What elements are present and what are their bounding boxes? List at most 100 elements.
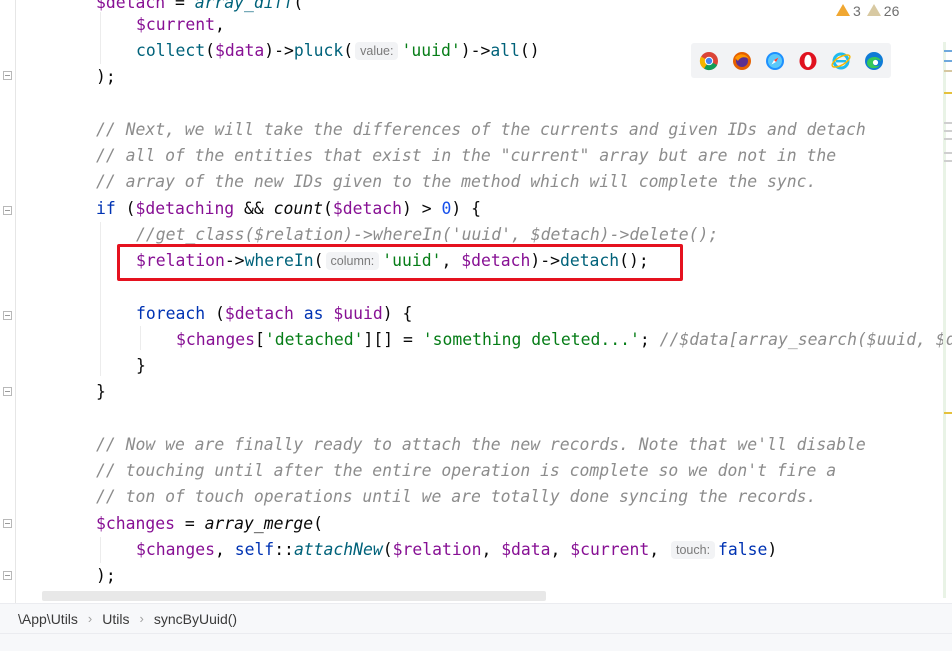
code-editor[interactable]: $detach = array_diff( $current, collect(… xyxy=(0,0,952,603)
fold-icon[interactable] xyxy=(3,387,12,396)
weak-warning-icon xyxy=(866,4,881,16)
code-token: () xyxy=(519,41,540,60)
warnings-count[interactable]: 3 xyxy=(836,3,861,19)
code-line: } xyxy=(136,353,146,379)
stripe-mark[interactable] xyxy=(944,60,952,62)
firefox-icon[interactable] xyxy=(732,51,752,71)
code-token: ) xyxy=(767,540,778,559)
chrome-icon[interactable] xyxy=(699,51,719,71)
fold-icon[interactable] xyxy=(3,571,12,580)
ie-icon[interactable] xyxy=(831,51,851,71)
code-token: 0 xyxy=(441,199,452,218)
stripe-mark[interactable] xyxy=(944,160,952,162)
code-line: $changes = array_merge( xyxy=(96,511,323,537)
code-token: $relation xyxy=(392,540,482,559)
chevron-right-icon: › xyxy=(87,611,93,626)
code-token: array_merge xyxy=(204,514,314,533)
code-token: $changes xyxy=(176,330,255,349)
code-token: foreach xyxy=(136,304,206,323)
code-token: , xyxy=(214,15,225,34)
fold-icon[interactable] xyxy=(3,71,12,80)
code-token: )-> xyxy=(264,41,294,60)
code-token: , xyxy=(550,540,571,559)
inspections-widget[interactable]: 3 26 xyxy=(828,0,908,22)
stripe-mark[interactable] xyxy=(944,152,952,154)
code-token: //$data[array_search($uuid, $d xyxy=(659,330,952,349)
weak-warnings-count[interactable]: 26 xyxy=(866,3,900,19)
breadcrumb-class[interactable]: Utils xyxy=(102,611,129,627)
code-token: $current xyxy=(570,540,650,559)
code-token: as xyxy=(293,304,334,323)
code-token: $detach xyxy=(332,199,402,218)
code-token: $detach xyxy=(224,304,294,323)
stripe-mark[interactable] xyxy=(944,130,952,132)
code-token: :: xyxy=(274,540,294,559)
code-comment: // array of the new IDs given to the met… xyxy=(96,172,817,191)
stripe-mark[interactable] xyxy=(944,412,952,414)
browser-preview-toolbar xyxy=(691,43,891,78)
code-token: } xyxy=(96,382,106,401)
code-token: [ xyxy=(254,330,265,349)
code-line: ); xyxy=(96,64,116,90)
code-token: ( xyxy=(205,304,225,323)
stripe-mark[interactable] xyxy=(944,122,952,124)
editor-gutter xyxy=(0,0,16,603)
opera-icon[interactable] xyxy=(798,51,818,71)
fold-icon[interactable] xyxy=(3,311,12,320)
code-comment: // Now we are finally ready to attach th… xyxy=(96,435,866,454)
code-token: $changes xyxy=(96,514,175,533)
code-token: $data xyxy=(214,41,265,60)
status-bar xyxy=(0,633,952,651)
stripe-mark[interactable] xyxy=(944,138,952,140)
highlight-box xyxy=(117,244,683,281)
weak-warnings-count-value: 26 xyxy=(883,3,900,19)
code-token: ( xyxy=(343,41,354,60)
code-token: ); xyxy=(96,67,116,86)
fold-icon[interactable] xyxy=(3,519,12,528)
stripe-mark[interactable] xyxy=(944,50,952,52)
breadcrumb-method[interactable]: syncByUuid() xyxy=(154,611,237,627)
code-token: ) { xyxy=(382,304,413,323)
code-comment: // touching until after the entire opera… xyxy=(96,461,837,480)
change-marker xyxy=(943,42,946,598)
parameter-hint: touch: xyxy=(670,541,716,559)
code-token: attachNew xyxy=(293,540,383,559)
code-line: collect($data)->pluck(value:'uuid')->all… xyxy=(136,38,540,64)
warning-icon xyxy=(836,4,850,16)
error-stripe[interactable] xyxy=(938,22,952,603)
horizontal-scrollbar[interactable] xyxy=(42,591,546,601)
code-token: ) > xyxy=(401,199,442,218)
code-token: } xyxy=(136,356,146,375)
code-token: 'uuid' xyxy=(401,41,461,60)
code-token: self xyxy=(234,540,275,559)
indent-guide xyxy=(100,537,101,563)
indent-guide xyxy=(140,326,141,350)
safari-icon[interactable] xyxy=(765,51,785,71)
code-line: } xyxy=(96,379,106,405)
code-token: $detaching xyxy=(135,199,235,218)
stripe-mark[interactable] xyxy=(944,92,952,94)
code-token: all xyxy=(490,41,520,60)
code-token: ( xyxy=(382,540,393,559)
code-line: ); xyxy=(96,563,116,589)
code-line: $changes['detached'][] = 'something dele… xyxy=(176,327,952,353)
code-token: $changes xyxy=(136,540,215,559)
code-token: ; xyxy=(639,330,660,349)
code-token: ][] = xyxy=(363,330,423,349)
breadcrumb: \App\Utils › Utils › syncByUuid() xyxy=(0,603,952,633)
code-token: ( xyxy=(313,514,323,533)
code-token: $uuid xyxy=(333,304,383,323)
code-token: $data xyxy=(501,540,551,559)
stripe-mark[interactable] xyxy=(944,70,952,72)
code-token: collect xyxy=(136,41,206,60)
indent-guide xyxy=(100,12,101,64)
breadcrumb-namespace[interactable]: \App\Utils xyxy=(18,611,78,627)
code-token: if xyxy=(96,199,116,218)
code-line: $current, xyxy=(136,12,225,38)
fold-icon[interactable] xyxy=(3,206,12,215)
code-comment: // all of the entities that exist in the… xyxy=(96,146,837,165)
parameter-hint: value: xyxy=(355,42,399,60)
code-line: $changes, self::attachNew($relation, $da… xyxy=(136,537,777,563)
edge-icon[interactable] xyxy=(864,51,884,71)
code-token: ); xyxy=(96,566,116,585)
